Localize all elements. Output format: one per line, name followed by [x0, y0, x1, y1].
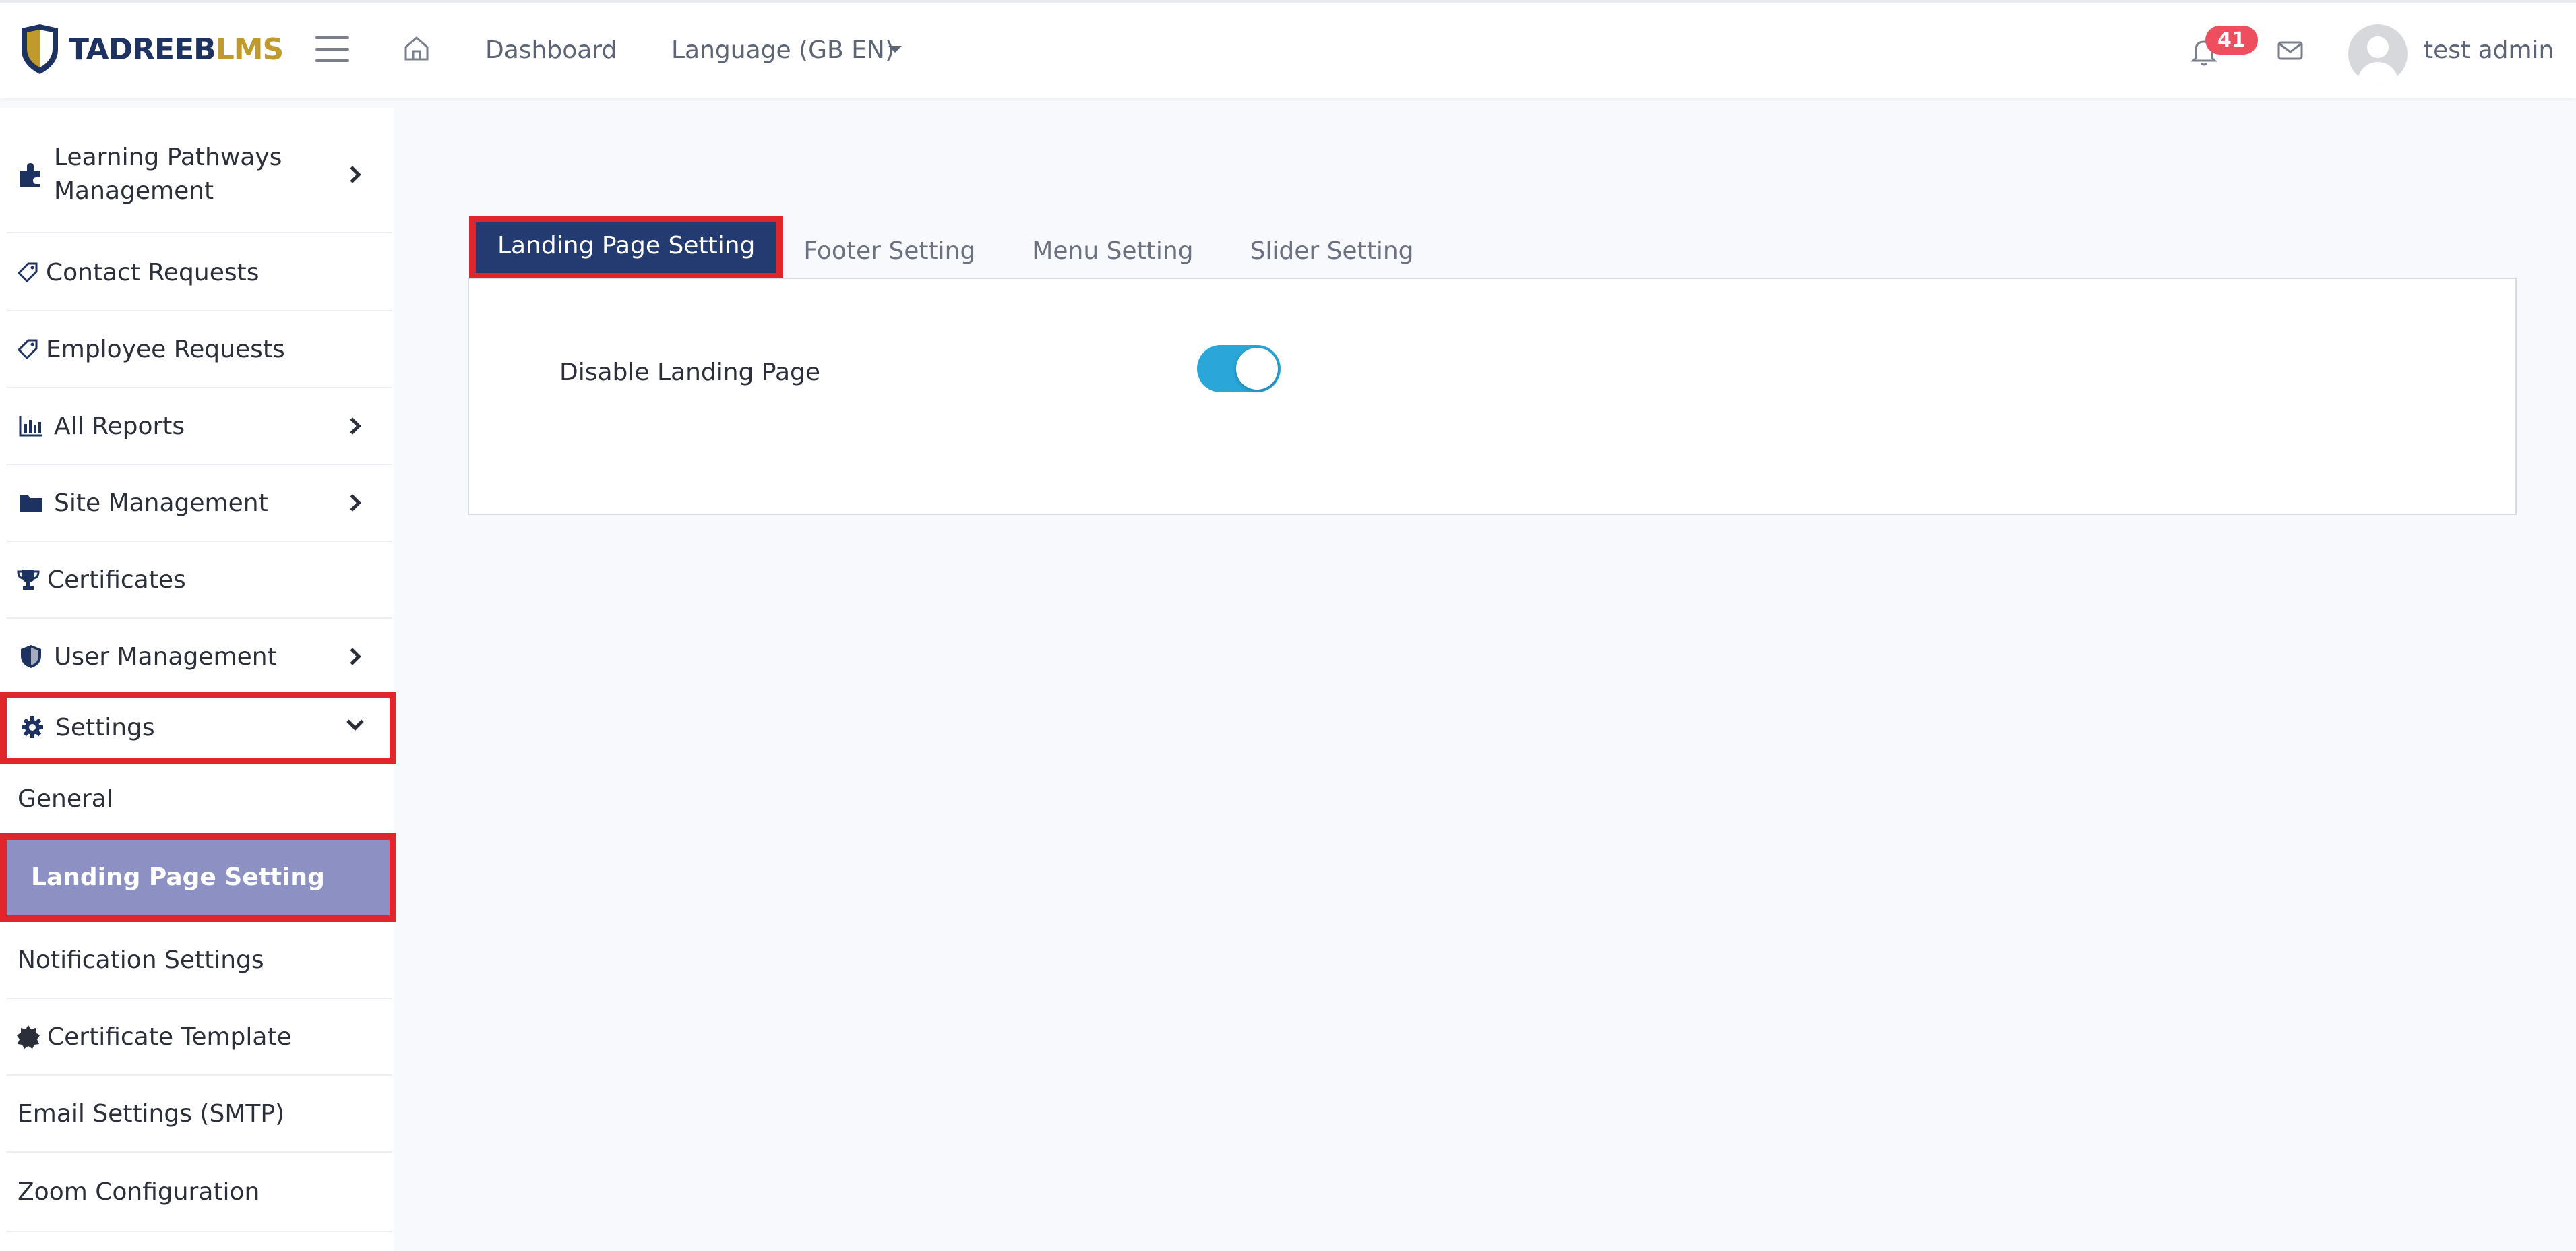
toggle-knob	[1236, 348, 1278, 390]
sidebar-subitem-landing-page-setting[interactable]: Landing Page Setting	[0, 833, 396, 922]
sidebar-item-label: Settings	[55, 713, 155, 741]
sidebar-subitem-label: Certificate Template	[47, 1023, 292, 1051]
top-navbar: TADREEBLMS Dashboard Language (GB EN) 41…	[0, 0, 2576, 98]
sidebar-subitem-zoom-configuration[interactable]: Zoom Configuration	[7, 1153, 392, 1232]
trophy-icon	[16, 568, 40, 592]
folder-icon	[16, 492, 46, 514]
shield-logo-icon	[22, 24, 58, 74]
chevron-right-icon	[344, 166, 361, 183]
sidebar: Learning Pathways Management Contact Req…	[0, 108, 396, 1251]
sidebar-item-label: Site Management	[54, 489, 268, 517]
shield-icon	[16, 644, 46, 669]
sidebar-item-contact-requests[interactable]: Contact Requests	[7, 235, 392, 311]
tag-icon	[16, 338, 39, 361]
sidebar-item-label: All Reports	[54, 412, 185, 440]
settings-tabs: Landing Page Setting Footer Setting Menu…	[469, 216, 1442, 280]
sidebar-item-user-management[interactable]: User Management	[7, 619, 392, 696]
dashboard-link[interactable]: Dashboard	[485, 36, 617, 64]
chevron-right-icon	[344, 417, 361, 435]
language-dropdown[interactable]: Language (GB EN)	[671, 36, 894, 64]
user-name[interactable]: test admin	[2424, 36, 2554, 64]
sidebar-subitem-label: Zoom Configuration	[18, 1178, 260, 1206]
sidebar-item-site-management[interactable]: Site Management	[7, 465, 392, 542]
tab-footer-setting[interactable]: Footer Setting	[783, 222, 1004, 280]
caret-down-icon[interactable]	[888, 46, 902, 53]
chevron-right-icon	[344, 648, 361, 665]
chevron-right-icon	[344, 494, 361, 512]
tab-menu-setting[interactable]: Menu Setting	[1004, 222, 1221, 280]
sidebar-item-label: Learning Pathways Management	[54, 144, 282, 205]
gear-icon	[18, 715, 47, 739]
sidebar-subitem-label: Notification Settings	[18, 946, 264, 974]
badge-icon	[16, 1025, 40, 1049]
sidebar-subitem-email-settings[interactable]: Email Settings (SMTP)	[7, 1076, 392, 1153]
brand-name: TADREEBLMS	[69, 32, 284, 67]
puzzle-icon	[16, 161, 46, 188]
sidebar-subitem-general[interactable]: General	[7, 764, 392, 833]
chevron-down-icon	[346, 713, 364, 731]
tab-slider-setting[interactable]: Slider Setting	[1221, 222, 1442, 280]
sidebar-item-learning-pathways[interactable]: Learning Pathways Management	[7, 117, 392, 233]
hamburger-icon[interactable]	[315, 36, 349, 63]
sidebar-subitem-label: General	[18, 785, 113, 813]
sidebar-item-settings[interactable]: Settings	[0, 692, 396, 764]
sidebar-item-employee-requests[interactable]: Employee Requests	[7, 311, 392, 388]
tag-icon	[16, 261, 39, 284]
sidebar-subitem-notification-settings[interactable]: Notification Settings	[7, 922, 392, 999]
tab-landing-page-setting[interactable]: Landing Page Setting	[469, 216, 784, 280]
home-icon[interactable]	[402, 34, 431, 63]
sidebar-item-label: Certificates	[47, 566, 186, 594]
avatar[interactable]	[2348, 24, 2408, 84]
mail-icon[interactable]	[2277, 40, 2304, 61]
bar-chart-icon	[16, 415, 46, 437]
sidebar-subitem-certificate-template[interactable]: Certificate Template	[7, 999, 392, 1076]
notification-badge: 41	[2205, 26, 2258, 55]
sidebar-item-certificates[interactable]: Certificates	[7, 542, 392, 619]
sidebar-subitem-label: Email Settings (SMTP)	[18, 1099, 285, 1128]
disable-landing-page-label: Disable Landing Page	[559, 359, 821, 386]
sidebar-item-label: User Management	[54, 642, 277, 671]
brand-logo[interactable]: TADREEBLMS	[19, 23, 284, 75]
landing-page-settings-panel: Disable Landing Page	[468, 278, 2517, 515]
disable-landing-page-toggle[interactable]	[1197, 345, 1281, 392]
sidebar-subitem-label: Landing Page Setting	[31, 863, 325, 891]
sidebar-item-all-reports[interactable]: All Reports	[7, 388, 392, 465]
sidebar-item-label: Employee Requests	[46, 335, 285, 363]
sidebar-item-label: Contact Requests	[46, 258, 259, 286]
